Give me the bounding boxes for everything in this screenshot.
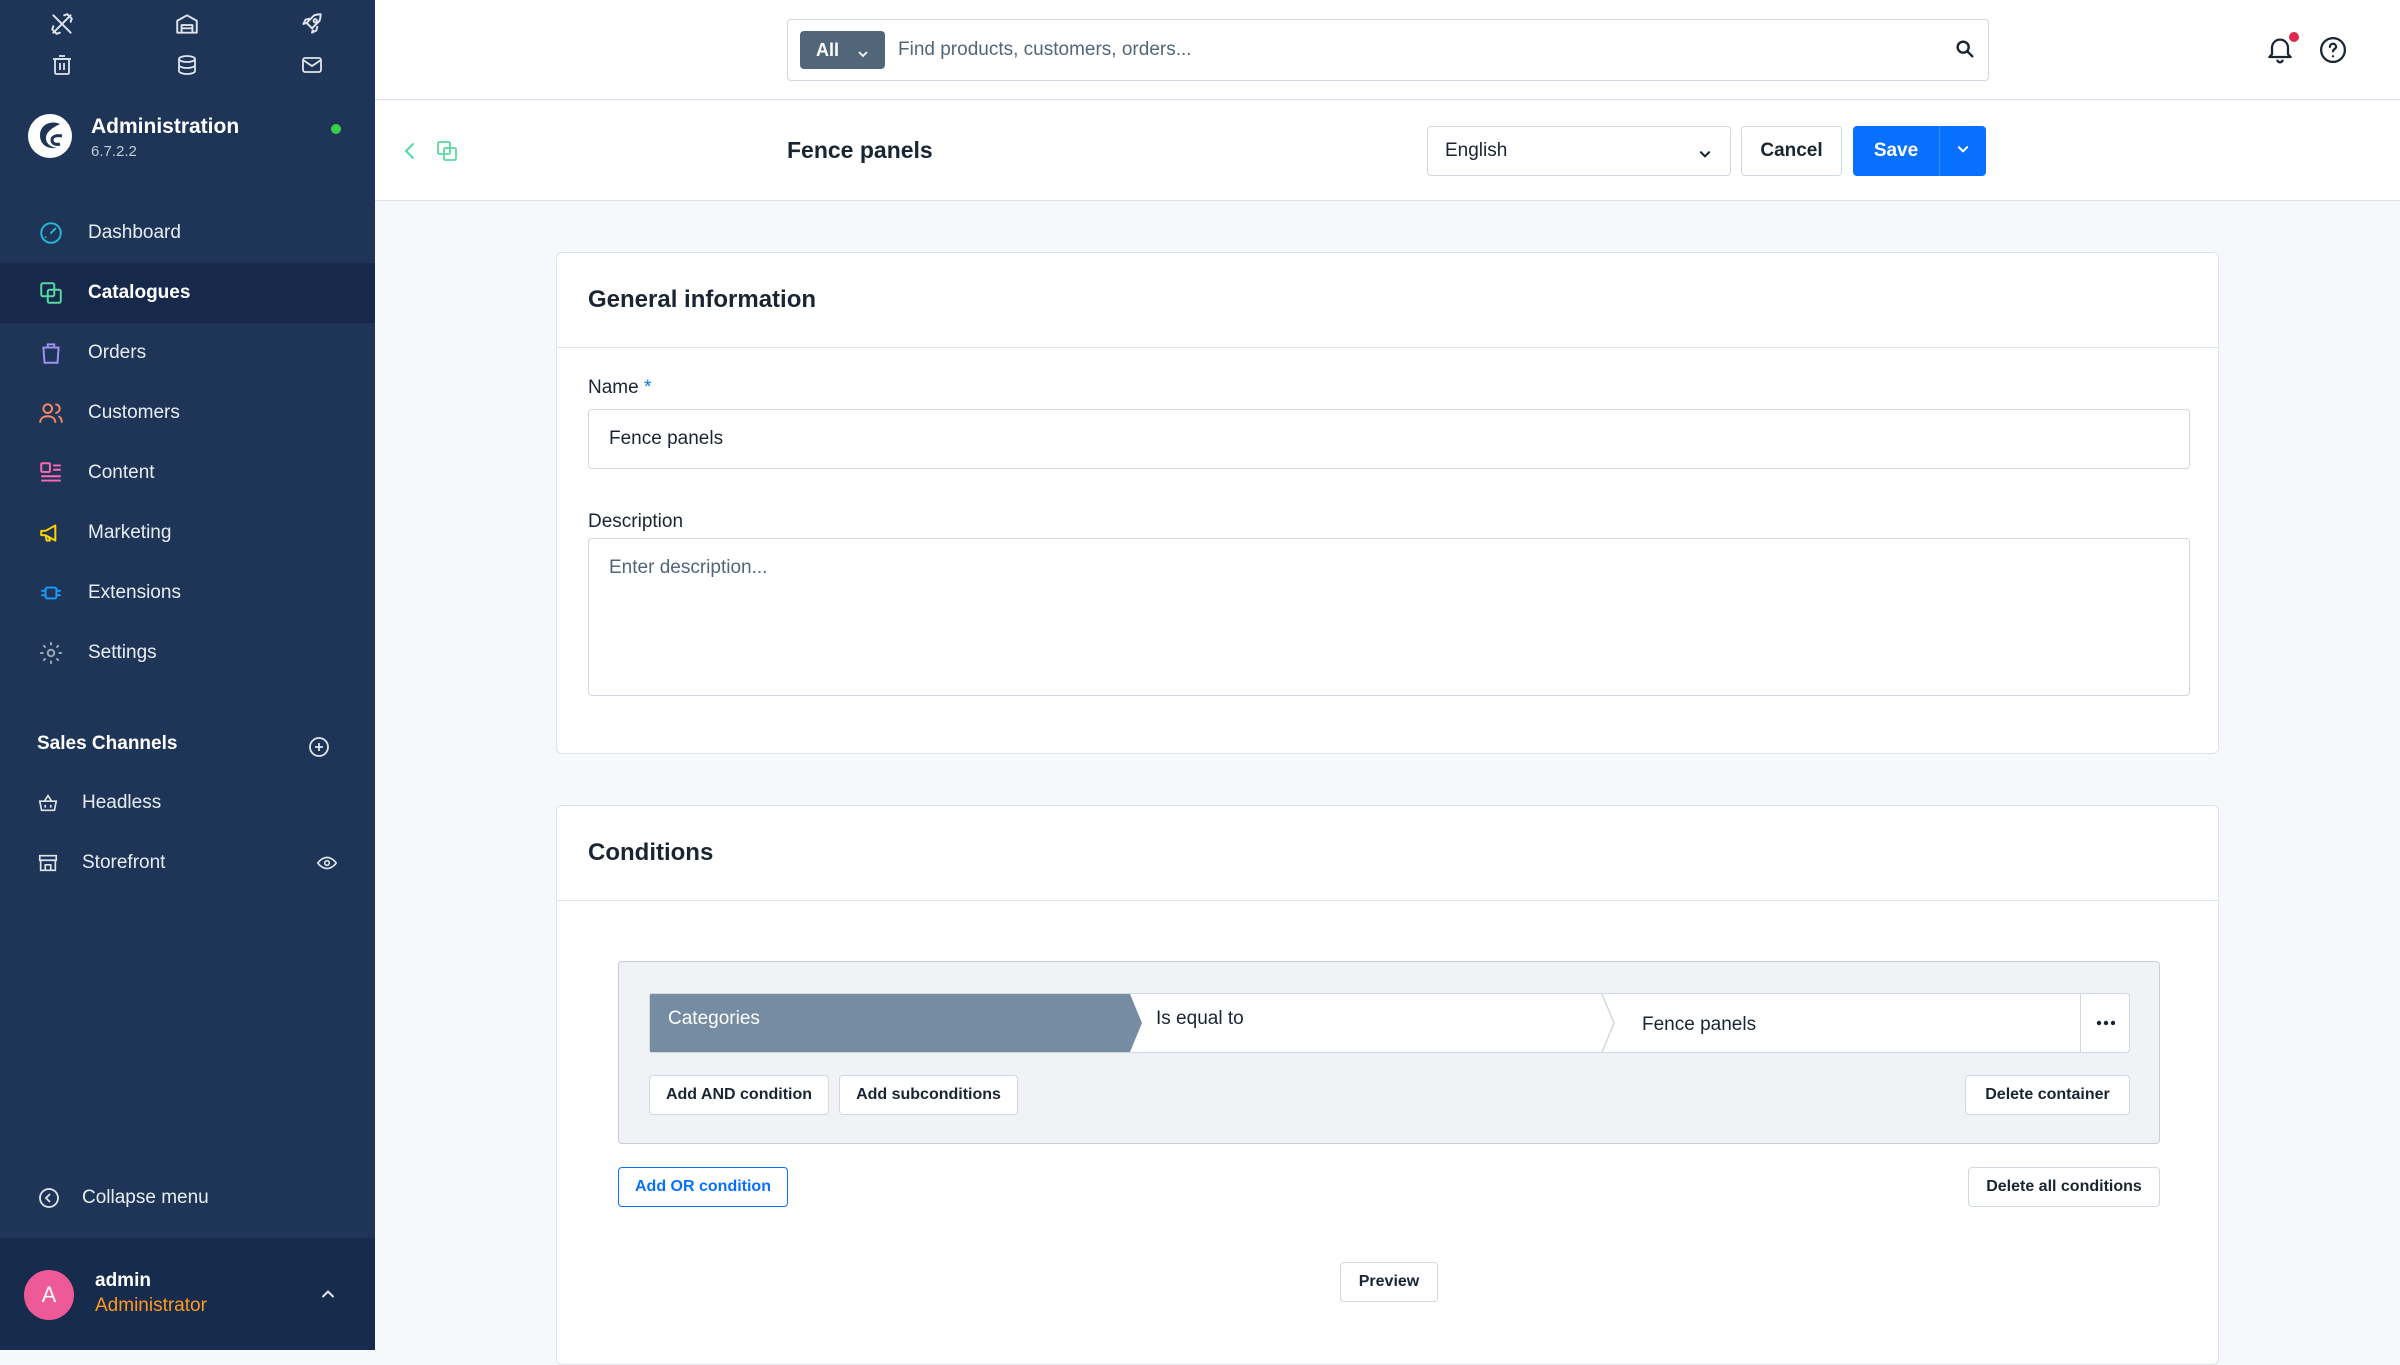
- basket-icon: [36, 791, 60, 815]
- search-type-select[interactable]: All: [800, 31, 885, 69]
- database-icon[interactable]: [171, 49, 203, 81]
- card-title: General information: [557, 253, 2218, 348]
- mail-icon[interactable]: [296, 49, 328, 81]
- sales-channel-label: Storefront: [82, 852, 166, 873]
- chevron-up-icon[interactable]: [318, 1284, 338, 1304]
- content-icon: [36, 458, 66, 488]
- conditions-card: Conditions Categories Is equal to Fence …: [556, 805, 2219, 1365]
- sales-channel-label: Headless: [82, 792, 162, 813]
- card-title: Conditions: [557, 806, 2218, 901]
- status-dot: [331, 124, 341, 134]
- global-search: All: [787, 19, 1989, 81]
- sidebar-item-settings[interactable]: Settings: [0, 623, 375, 683]
- description-label: Description: [588, 511, 684, 532]
- smart-bar: Fence panels English Cancel Save: [375, 101, 2400, 201]
- add-or-condition-button[interactable]: Add OR condition: [618, 1167, 788, 1207]
- more-options-icon[interactable]: [2080, 994, 2130, 1052]
- sidebar-item-dashboard[interactable]: Dashboard: [0, 203, 375, 263]
- sales-channels-title: Sales Channels: [37, 733, 178, 754]
- chevron-down-icon: [857, 44, 869, 58]
- collapse-menu-button[interactable]: Collapse menu: [36, 1180, 209, 1216]
- sidebar-item-label: Catalogues: [88, 282, 191, 303]
- warehouse-icon[interactable]: [171, 8, 203, 40]
- topbar: All: [375, 0, 2400, 100]
- avatar: A: [24, 1270, 74, 1320]
- users-icon: [36, 398, 66, 428]
- delete-container-button[interactable]: Delete container: [1965, 1075, 2130, 1115]
- trash-icon[interactable]: [46, 49, 78, 81]
- sidebar-item-label: Settings: [88, 642, 157, 663]
- sidebar-item-label: Customers: [88, 402, 180, 423]
- plug-icon: [36, 578, 66, 608]
- general-information-card: General information Name * Description: [556, 252, 2219, 754]
- sidebar-item-extensions[interactable]: Extensions: [0, 563, 375, 623]
- save-options-button[interactable]: [1939, 126, 1986, 176]
- back-arrow-icon[interactable]: [398, 139, 422, 163]
- main-nav: Dashboard Catalogues Orders Customers Co…: [0, 203, 375, 683]
- gear-icon: [36, 638, 66, 668]
- add-subconditions-button[interactable]: Add subconditions: [839, 1075, 1018, 1115]
- condition-type-select[interactable]: Categories: [650, 994, 1130, 1052]
- sales-channel-headless[interactable]: Headless: [36, 783, 346, 823]
- eye-icon[interactable]: [316, 852, 340, 876]
- description-field[interactable]: [588, 538, 2190, 696]
- sidebar-item-label: Marketing: [88, 522, 172, 543]
- tools-icon[interactable]: [46, 8, 78, 40]
- sidebar-item-label: Content: [88, 462, 155, 483]
- sidebar-item-customers[interactable]: Customers: [0, 383, 375, 443]
- sidebar-item-label: Orders: [88, 342, 147, 363]
- sidebar-item-catalogues[interactable]: Catalogues: [0, 263, 375, 323]
- storefront-icon: [36, 851, 60, 875]
- shopware-logo-icon: [26, 112, 74, 160]
- sidebar-item-orders[interactable]: Orders: [0, 323, 375, 383]
- chevron-down-icon: [1956, 142, 1970, 161]
- save-button[interactable]: Save: [1853, 126, 1939, 176]
- collapse-icon: [36, 1185, 62, 1211]
- rocket-icon[interactable]: [296, 8, 328, 40]
- name-label: Name *: [588, 377, 652, 398]
- help-icon[interactable]: [2318, 35, 2348, 65]
- sales-channel-storefront[interactable]: Storefront: [36, 843, 346, 883]
- collapse-menu-label: Collapse menu: [82, 1187, 209, 1208]
- user-name: admin: [95, 1270, 151, 1291]
- sidebar-item-marketing[interactable]: Marketing: [0, 503, 375, 563]
- name-field[interactable]: [588, 409, 2190, 469]
- add-sales-channel-icon[interactable]: [307, 735, 331, 759]
- chevron-down-icon: [1698, 145, 1712, 159]
- gauge-icon: [36, 218, 66, 248]
- search-icon[interactable]: [1954, 38, 1978, 62]
- condition-row: Categories Is equal to Fence panels: [649, 993, 2130, 1053]
- search-type-label: All: [816, 39, 840, 60]
- megaphone-icon: [36, 518, 66, 548]
- sidebar-item-label: Extensions: [88, 582, 181, 603]
- app-title: Administration: [91, 115, 240, 138]
- sidebar-item-label: Dashboard: [88, 222, 181, 243]
- search-input[interactable]: [896, 30, 1896, 70]
- condition-value-select[interactable]: Fence panels: [1608, 994, 2079, 1052]
- or-container: Categories Is equal to Fence panels Add …: [618, 961, 2160, 1144]
- add-and-condition-button[interactable]: Add AND condition: [649, 1075, 829, 1115]
- notification-dot: [2289, 32, 2299, 42]
- duplicate-icon[interactable]: [435, 139, 459, 163]
- brand: Administration 6.7.2.2: [26, 110, 356, 170]
- delete-all-conditions-button[interactable]: Delete all conditions: [1968, 1167, 2160, 1207]
- language-label: English: [1445, 140, 1508, 161]
- cancel-button[interactable]: Cancel: [1741, 126, 1842, 176]
- language-switch[interactable]: English: [1427, 126, 1731, 176]
- user-menu[interactable]: A admin Administrator: [0, 1238, 375, 1350]
- shopping-bag-icon: [36, 338, 66, 368]
- quick-actions: [0, 0, 375, 86]
- sidebar: Administration 6.7.2.2 Dashboard Catalog…: [0, 0, 375, 1350]
- catalogue-icon: [36, 278, 66, 308]
- app-version: 6.7.2.2: [91, 143, 137, 160]
- condition-operator-select[interactable]: Is equal to: [1130, 994, 1608, 1052]
- sidebar-item-content[interactable]: Content: [0, 443, 375, 503]
- preview-button[interactable]: Preview: [1340, 1262, 1438, 1302]
- page-title: Fence panels: [787, 137, 933, 163]
- user-role: Administrator: [95, 1295, 207, 1316]
